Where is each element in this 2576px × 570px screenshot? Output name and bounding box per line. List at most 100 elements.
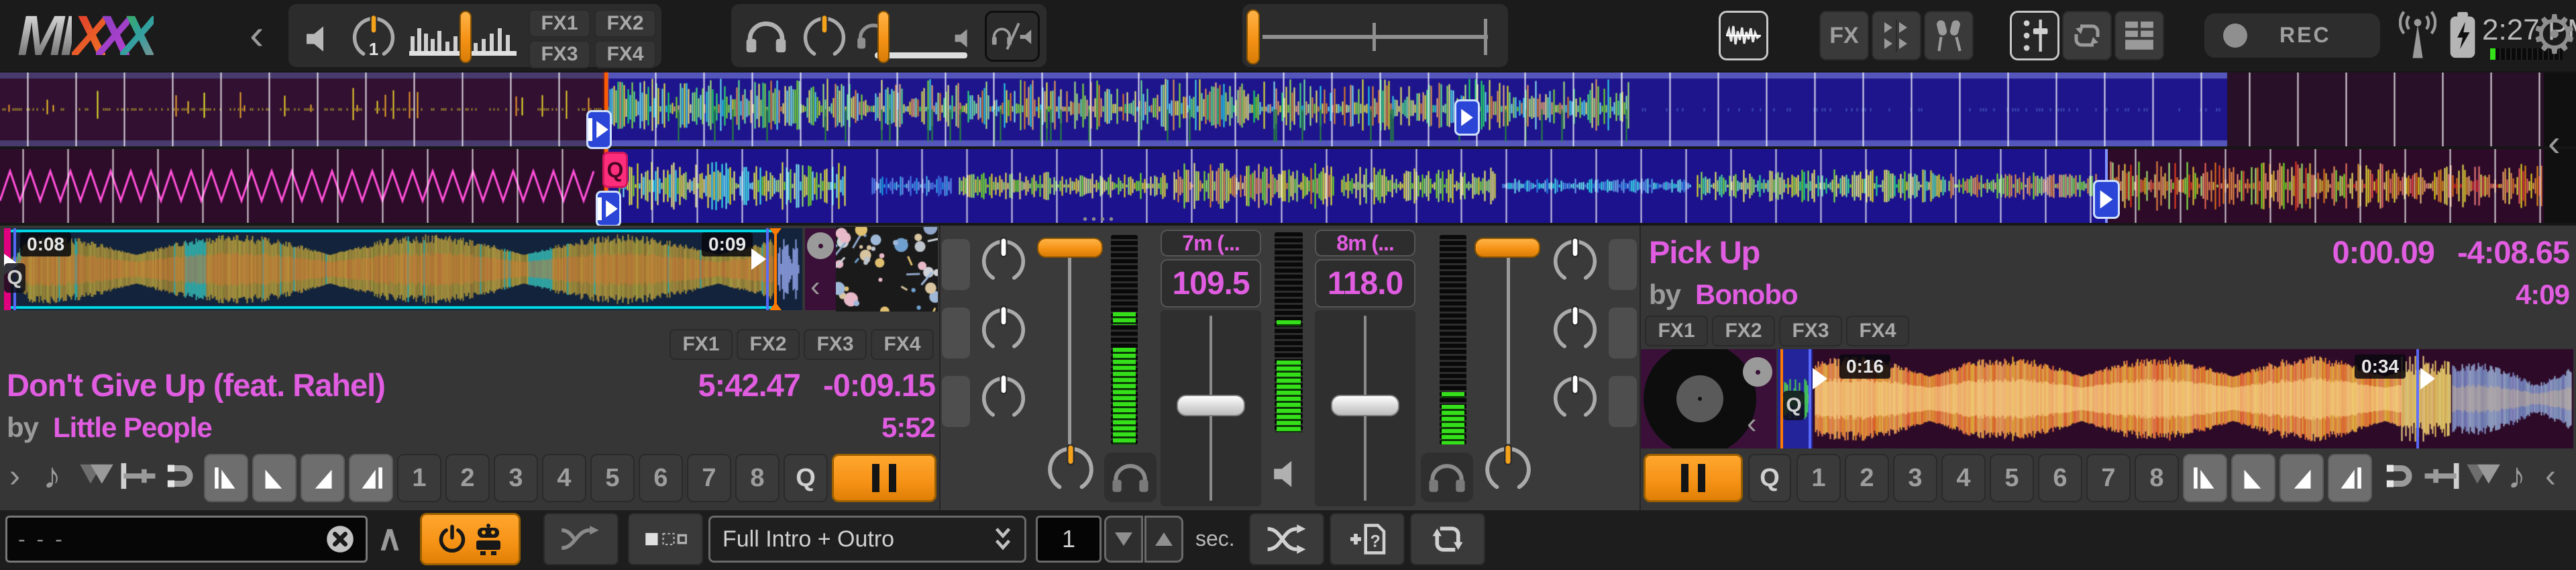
deck1-high-kill[interactable] — [942, 239, 970, 290]
waveforms-toggle-button[interactable] — [1719, 11, 1768, 60]
deck1-hotcue-3[interactable]: 3 — [494, 454, 538, 502]
deck1-sync-triangles-icon[interactable] — [79, 462, 114, 491]
deck2-low-kill[interactable] — [1609, 376, 1637, 427]
deck2-play-pause-button[interactable] — [1644, 454, 1743, 502]
deck1-spinny-collapse-chevron[interactable]: ‹ — [810, 270, 820, 303]
effects-toggle-button[interactable]: FX — [1819, 11, 1869, 60]
deck1-intro-start-button[interactable] — [204, 454, 248, 502]
deck1-slip-icon[interactable] — [164, 461, 197, 491]
deck2-pfl-button[interactable] — [1421, 453, 1473, 502]
deck1-eq-mid-knob[interactable] — [979, 305, 1028, 353]
deck1-expand-chevron[interactable]: › — [9, 458, 20, 495]
deck2-hotcue-8[interactable]: 8 — [2135, 454, 2179, 502]
autodj-fade-now-button[interactable] — [628, 513, 703, 565]
deck1-outro-marker[interactable] — [1454, 99, 1480, 136]
fx-unit3-toggle[interactable]: FX3 — [529, 40, 590, 68]
deck2-hotcue-6[interactable]: 6 — [2038, 454, 2082, 502]
deck1-quantize-button[interactable]: Q — [784, 454, 828, 502]
deck2-beatgrid-note-icon[interactable]: ♪ — [2508, 455, 2526, 497]
toolbar-collapse-chevron[interactable]: ‹ — [250, 9, 264, 59]
repeat-playlist-button[interactable] — [1410, 513, 1485, 565]
deck1-fx3-button[interactable]: FX3 — [804, 329, 867, 360]
deck1-hotcue-2[interactable]: 2 — [445, 454, 490, 502]
deck1-hotcue-7[interactable]: 7 — [687, 454, 731, 502]
deck2-hotcue-3[interactable]: 3 — [1893, 454, 1937, 502]
deck2-cue-marker[interactable]: Q — [602, 152, 628, 188]
deck1-hotcue-4[interactable]: 4 — [542, 454, 586, 502]
deck1-gain-knob[interactable] — [1045, 443, 1096, 494]
deck2-scrolling-waveform[interactable] — [0, 149, 2576, 223]
sampler-toggle-button[interactable] — [1872, 11, 1921, 60]
deck1-hotcue-5[interactable]: 5 — [590, 454, 635, 502]
deck2-intro-end-marker[interactable] — [2093, 180, 2120, 219]
deck1-bpm-display[interactable]: 109.5 — [1161, 259, 1261, 307]
transition-seconds-box[interactable]: 1 — [1036, 516, 1102, 563]
library-toggle-button[interactable] — [2114, 11, 2164, 60]
fx-unit1-toggle[interactable]: FX1 — [529, 9, 590, 38]
deck2-eq-mid-knob[interactable] — [1551, 305, 1599, 353]
deck1-scrolling-waveform[interactable] — [0, 73, 2576, 146]
settings-gear-icon[interactable]: ⚙ — [2530, 1, 2576, 68]
deck1-intro-marker[interactable] — [586, 110, 612, 149]
transition-mode-dropdown[interactable]: Full Intro + Outro — [708, 516, 1026, 563]
deck1-hotcue-8[interactable]: 8 — [735, 454, 780, 502]
deck2-key-display[interactable]: 8m (... — [1315, 230, 1415, 256]
deck1-beatgrid-note-icon[interactable]: ♪ — [43, 455, 61, 497]
deck2-mini-spinny[interactable] — [1743, 357, 1772, 387]
deck1-pfl-button[interactable] — [1104, 453, 1157, 502]
waveform-expand-chevron[interactable]: ‹ — [2548, 121, 2561, 164]
deck2-intro-start-marker[interactable] — [596, 191, 621, 227]
mixer-toggle-button[interactable] — [2010, 11, 2059, 60]
shuffle-button[interactable] — [1249, 513, 1324, 565]
deck1-mini-spinny[interactable] — [807, 232, 834, 259]
deck2-bpm-display[interactable]: 118.0 — [1315, 259, 1415, 307]
deck2-eq-low-knob[interactable] — [1551, 373, 1599, 422]
deck2-intro-start-button[interactable] — [2183, 454, 2227, 502]
search-box[interactable]: - - - — [5, 516, 368, 563]
deck2-gain-knob[interactable] — [1483, 443, 1534, 494]
library-expand-chevron[interactable]: ∧ — [377, 518, 402, 559]
deck2-sync-triangles-icon[interactable] — [2466, 462, 2501, 491]
deck2-pitch-fader-handle[interactable] — [1331, 395, 1399, 416]
autodj-enable-button[interactable] — [420, 513, 521, 565]
autodj-skip-button[interactable] — [543, 513, 619, 565]
deck2-expand-chevron[interactable]: ‹ — [2545, 458, 2556, 495]
deck1-outro-end-button[interactable] — [349, 454, 393, 502]
deck1-mid-kill[interactable] — [942, 307, 970, 359]
deck1-hotcue-1[interactable]: 1 — [397, 454, 441, 502]
deck2-hotcue-7[interactable]: 7 — [2086, 454, 2131, 502]
deck2-outro-start-button[interactable] — [2279, 454, 2324, 502]
spin-down-button[interactable] — [1104, 516, 1143, 563]
deck1-low-kill[interactable] — [942, 376, 970, 427]
spin-up-button[interactable] — [1144, 516, 1183, 563]
deck2-hotcue-5[interactable]: 5 — [1990, 454, 2034, 502]
deck1-eq-high-knob[interactable] — [979, 236, 1028, 285]
deck2-hotcue-4[interactable]: 4 — [1941, 454, 1986, 502]
fx-unit4-toggle[interactable]: FX4 — [594, 40, 656, 68]
deck2-fx3-button[interactable]: FX3 — [1779, 316, 1842, 346]
deck2-fx1-button[interactable]: FX1 — [1645, 316, 1708, 346]
deck2-high-kill[interactable] — [1609, 239, 1637, 290]
deck1-outro-start-button[interactable] — [301, 454, 345, 502]
deck2-mid-kill[interactable] — [1609, 307, 1637, 359]
deck2-slip-icon[interactable] — [2383, 461, 2416, 491]
deck1-key-display[interactable]: 7m (... — [1161, 230, 1261, 256]
battery-icon[interactable] — [2449, 9, 2477, 60]
deck2-volume-fader-handle[interactable] — [1474, 238, 1540, 258]
master-eq-slider-handle[interactable] — [460, 11, 472, 63]
search-clear-icon[interactable] — [325, 524, 355, 554]
headphone-gain-knob[interactable] — [801, 13, 848, 60]
deck1-fx1-button[interactable]: FX1 — [669, 329, 733, 360]
crossfader-handle[interactable] — [1246, 9, 1260, 64]
headsplit-button[interactable] — [985, 11, 1040, 62]
loop-panel-button[interactable] — [2062, 11, 2112, 60]
deck1-eq-low-knob[interactable] — [979, 373, 1028, 422]
deck2-vinyl-spinny[interactable] — [1644, 349, 1756, 448]
deck1-beatgrid-adjust-icon[interactable] — [119, 461, 157, 491]
deck1-intro-end-button[interactable] — [252, 454, 297, 502]
record-button[interactable]: REC — [2204, 13, 2380, 58]
deck2-hotcue-1[interactable]: 1 — [1796, 454, 1841, 502]
deck1-fx2-button[interactable]: FX2 — [737, 329, 800, 360]
deck2-fx4-button[interactable]: FX4 — [1846, 316, 1909, 346]
headmix-slider-handle[interactable] — [877, 11, 890, 63]
